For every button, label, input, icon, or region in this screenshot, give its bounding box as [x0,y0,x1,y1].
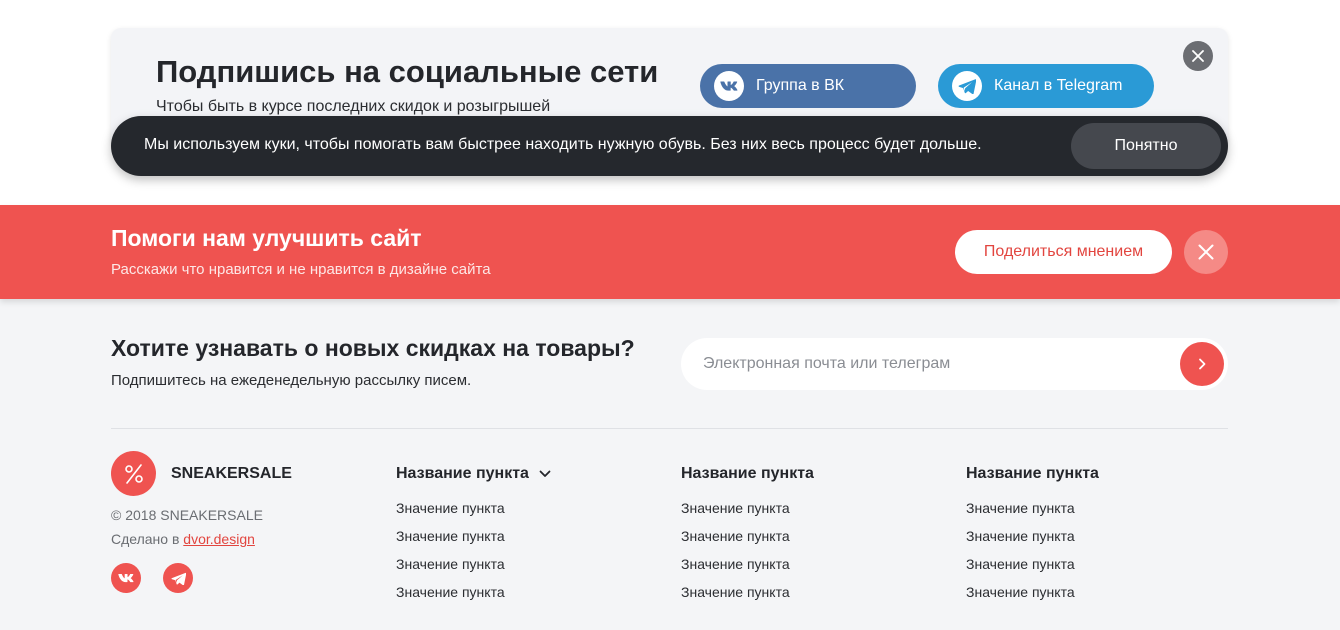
telegram-icon [170,572,186,585]
footer-link[interactable]: Значение пункта [396,499,646,527]
vk-group-label: Группа в ВК [756,77,845,94]
cookie-text: Мы используем куки, чтобы помогать вам б… [144,136,982,153]
telegram-channel-label: Канал в Telegram [994,77,1123,94]
footer-link[interactable]: Значение пункта [966,499,1216,527]
footer-column-1: Название пункта Значение пункта Значение… [396,464,646,611]
made-by: Сделано в dvor.design [111,531,255,547]
newsletter-text: Подпишитесь на ежеденедельную рассылку п… [111,372,472,389]
email-or-telegram-input[interactable] [703,338,1173,390]
footer-column-3: Название пункта Значение пункта Значение… [966,464,1216,611]
footer-telegram-button[interactable] [163,563,193,593]
footer-column-header: Название пункта [681,464,931,484]
feedback-banner: Помоги нам улучшить сайт Расскажи что нр… [0,205,1340,299]
footer-column-2: Название пункта Значение пункта Значение… [681,464,931,611]
footer-link[interactable]: Значение пункта [681,499,931,527]
footer-link[interactable]: Значение пункта [396,527,646,555]
made-by-prefix: Сделано в [111,531,180,547]
made-by-link[interactable]: dvor.design [183,531,255,547]
cookie-accept-button[interactable]: Понятно [1071,123,1221,169]
footer-link[interactable]: Значение пункта [966,555,1216,583]
footer-vk-button[interactable] [111,563,141,593]
chevron-right-icon [1198,358,1206,370]
brand-name: SNEAKERSALE [171,465,292,482]
share-opinion-button[interactable]: Поделиться мнением [955,230,1172,274]
footer-link[interactable]: Значение пункта [396,555,646,583]
feedback-close-button[interactable] [1184,230,1228,274]
telegram-icon [952,71,982,101]
footer-link[interactable]: Значение пункта [396,583,646,611]
footer-column-header: Название пункта [966,464,1216,484]
footer-link[interactable]: Значение пункта [966,527,1216,555]
feedback-title: Помоги нам улучшить сайт [111,225,422,251]
close-icon [1192,50,1204,62]
cookie-banner: Мы используем куки, чтобы помогать вам б… [111,116,1228,176]
chevron-down-icon[interactable] [539,470,551,478]
close-icon [1198,244,1214,260]
footer-link[interactable]: Значение пункта [681,555,931,583]
footer-divider [111,428,1228,429]
vk-icon [118,573,134,583]
vk-group-button[interactable]: Группа в ВК [700,64,916,108]
newsletter-title: Хотите узнавать о новых скидках на товар… [111,335,635,361]
social-card-subtitle: Чтобы быть в курсе последних скидок и ро… [156,98,551,115]
footer-column-title: Название пункта [396,465,529,482]
telegram-channel-button[interactable]: Канал в Telegram [938,64,1154,108]
footer-link[interactable]: Значение пункта [966,583,1216,611]
percent-logo-icon[interactable] [111,451,156,496]
social-card-title: Подпишись на социальные сети [156,54,659,89]
social-card-close-button[interactable] [1183,41,1213,71]
copyright: © 2018 SNEAKERSALE [111,507,263,523]
feedback-subtitle: Расскажи что нравится и не нравится в ди… [111,261,491,278]
newsletter-submit-button[interactable] [1180,342,1224,386]
footer-column-title: Название пункта [681,465,814,482]
footer-column-title: Название пункта [966,465,1099,482]
newsletter-form [681,338,1228,390]
footer-link[interactable]: Значение пункта [681,527,931,555]
footer-link[interactable]: Значение пункта [681,583,931,611]
footer-column-header[interactable]: Название пункта [396,464,646,484]
vk-icon [714,71,744,101]
